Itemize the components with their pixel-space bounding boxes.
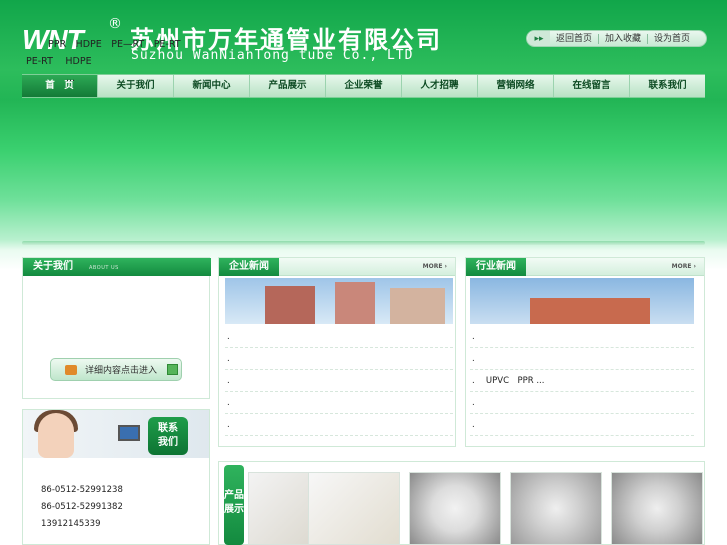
contact-info: 86-0512-52991238 86-0512-52991382 139121… bbox=[41, 482, 123, 533]
industry-news-item[interactable]: . bbox=[470, 326, 694, 348]
contact-badge-line1: 联系 bbox=[158, 423, 178, 434]
details-button-label: 详细内容点击进入 bbox=[85, 366, 158, 376]
product-fitting-tee[interactable] bbox=[409, 472, 501, 545]
company-news-title: 企业新闻 bbox=[219, 258, 279, 276]
registered-mark: ® bbox=[108, 16, 122, 32]
details-button[interactable]: 详细内容点击进入 bbox=[50, 358, 182, 381]
company-news-item[interactable]: . bbox=[225, 348, 453, 370]
company-news-list: . . . . . bbox=[225, 326, 453, 436]
operator-face bbox=[38, 413, 74, 458]
banner-divider bbox=[22, 241, 705, 245]
nav-network[interactable]: 营销网络 bbox=[478, 75, 554, 97]
link-home[interactable]: 返回首页 bbox=[550, 34, 598, 44]
products-title[interactable]: 产品展示 bbox=[224, 465, 244, 545]
contact-phone-1: 86-0512-52991238 bbox=[41, 485, 123, 495]
product-fitting-adapter[interactable] bbox=[510, 472, 602, 545]
industry-news-header: 行业新闻 MORE › bbox=[466, 258, 704, 276]
industry-news-item[interactable]: . bbox=[470, 414, 694, 436]
contact-badge[interactable]: 联系 我们 bbox=[148, 417, 188, 455]
link-set-homepage[interactable]: 设为首页 bbox=[647, 33, 696, 44]
nav-jobs[interactable]: 人才招聘 bbox=[402, 75, 478, 97]
product-pipes-white-2[interactable] bbox=[308, 472, 400, 545]
pointer-icon bbox=[65, 364, 77, 375]
contact-phone-2: 86-0512-52991382 bbox=[41, 502, 123, 512]
enter-icon bbox=[167, 364, 179, 375]
product-fitting-elbow[interactable] bbox=[611, 472, 703, 545]
top-links: ▸▸ 返回首页 加入收藏 设为首页 bbox=[526, 30, 707, 47]
company-news-header: 企业新闻 MORE › bbox=[219, 258, 455, 276]
company-news-item[interactable]: . bbox=[225, 392, 453, 414]
about-line-3: ... bbox=[66, 73, 76, 84]
building-4 bbox=[530, 298, 650, 324]
industry-news-item[interactable]: . bbox=[470, 392, 694, 414]
nav-contact[interactable]: 联系我们 bbox=[630, 75, 705, 97]
building-1 bbox=[265, 286, 315, 324]
building-3 bbox=[390, 288, 445, 324]
nav-products[interactable]: 产品展示 bbox=[250, 75, 326, 97]
industry-news-photo bbox=[470, 278, 694, 324]
company-news-more[interactable]: MORE › bbox=[423, 263, 447, 270]
nav-honors[interactable]: 企业荣誉 bbox=[326, 75, 402, 97]
company-news-item[interactable]: . bbox=[225, 370, 453, 392]
double-arrow-icon: ▸▸ bbox=[528, 31, 550, 46]
about-text: PPR HDPE PE—RT PE-RT PE-RT HDPE ... bbox=[26, 36, 196, 87]
about-title-text: 关于我们 bbox=[33, 261, 73, 272]
link-bookmark[interactable]: 加入收藏 bbox=[598, 33, 647, 44]
about-subtitle: ABOUT US bbox=[89, 265, 119, 271]
building-2 bbox=[335, 282, 375, 324]
company-news-item[interactable]: . bbox=[225, 326, 453, 348]
industry-news-title: 行业新闻 bbox=[466, 258, 526, 276]
contact-mobile: 13912145339 bbox=[41, 519, 101, 529]
industry-news-more[interactable]: MORE › bbox=[672, 263, 696, 270]
company-news-item[interactable]: . bbox=[225, 414, 453, 436]
nav-message[interactable]: 在线留言 bbox=[554, 75, 630, 97]
about-header: 关于我们 ABOUT US bbox=[23, 258, 211, 276]
monitor-icon bbox=[118, 425, 140, 441]
industry-news-item[interactable]: . bbox=[470, 348, 694, 370]
industry-news-list: . . . UPVC PPR ... . . bbox=[470, 326, 694, 436]
contact-badge-line2: 我们 bbox=[158, 437, 178, 448]
industry-news-item[interactable]: . UPVC PPR ... bbox=[470, 370, 694, 392]
about-line-1: PPR HDPE PE—RT PE-RT bbox=[48, 39, 181, 50]
company-news-photo bbox=[225, 278, 453, 324]
about-line-2: PE-RT HDPE bbox=[26, 56, 92, 67]
